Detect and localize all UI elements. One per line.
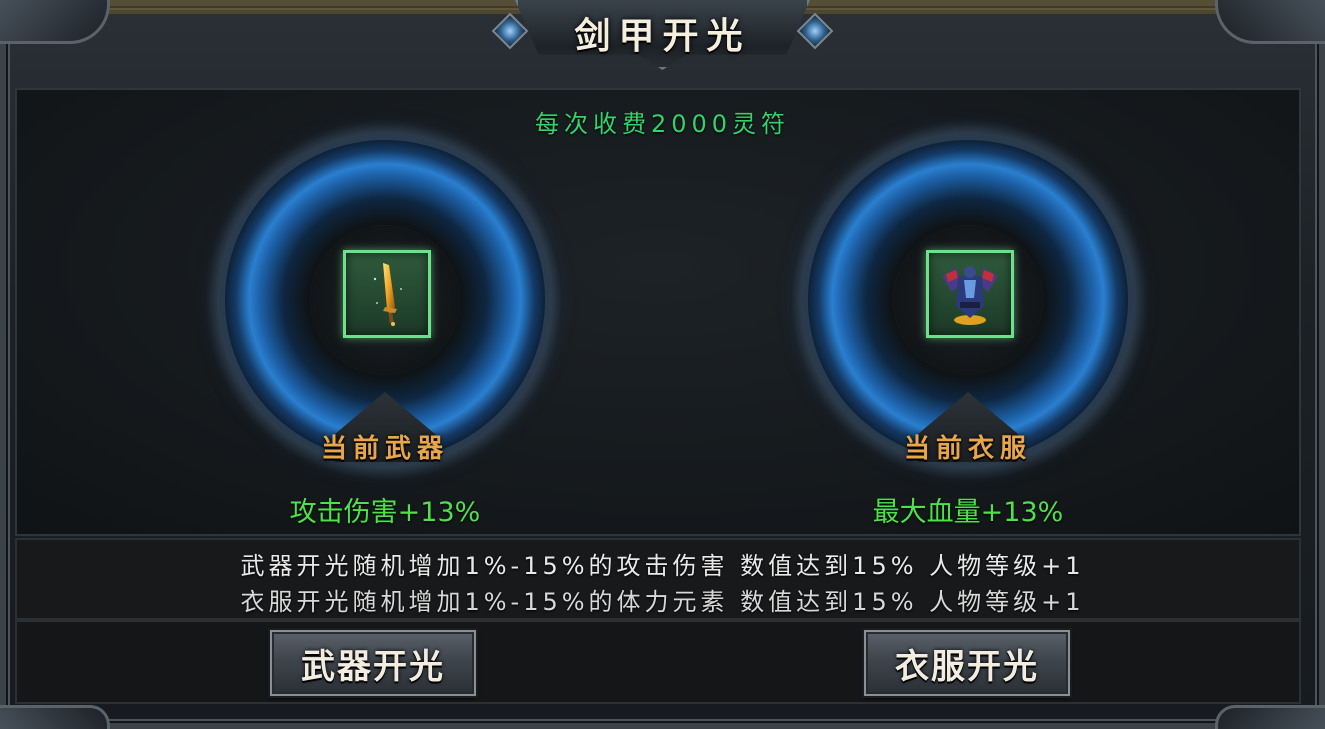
title-plate: 剑甲开光 [485, 0, 840, 78]
weapon-label: 当前武器 [320, 434, 449, 464]
sword-icon [373, 263, 402, 326]
armor-label: 当前衣服 [903, 434, 1032, 464]
armor-section: 当前衣服 最大血量+13% [778, 110, 1158, 528]
armor-icon [942, 266, 998, 325]
weapon-slot[interactable] [343, 250, 431, 338]
weapon-bonus: 攻击伤害+13% [289, 497, 481, 528]
frame-corner-bottom-right [1215, 705, 1325, 729]
weapon-section: 当前武器 攻击伤害+13% [195, 110, 575, 528]
description-line-armor: 衣服开光随机增加1%-15%的体力元素 数值达到15% 人物等级+1 [240, 588, 1085, 616]
frame-corner-bottom-left [0, 705, 110, 729]
armor-slot[interactable] [926, 250, 1014, 338]
armor-bonus: 最大血量+13% [872, 497, 1064, 528]
button-bar [15, 620, 1301, 704]
armor-enchant-button[interactable]: 衣服开光 [862, 628, 1072, 698]
description-line-weapon: 武器开光随机增加1%-15%的攻击伤害 数值达到15% 人物等级+1 [240, 552, 1085, 580]
weapon-enchant-button[interactable]: 武器开光 [268, 628, 478, 698]
window-title: 剑甲开光 [574, 16, 751, 57]
